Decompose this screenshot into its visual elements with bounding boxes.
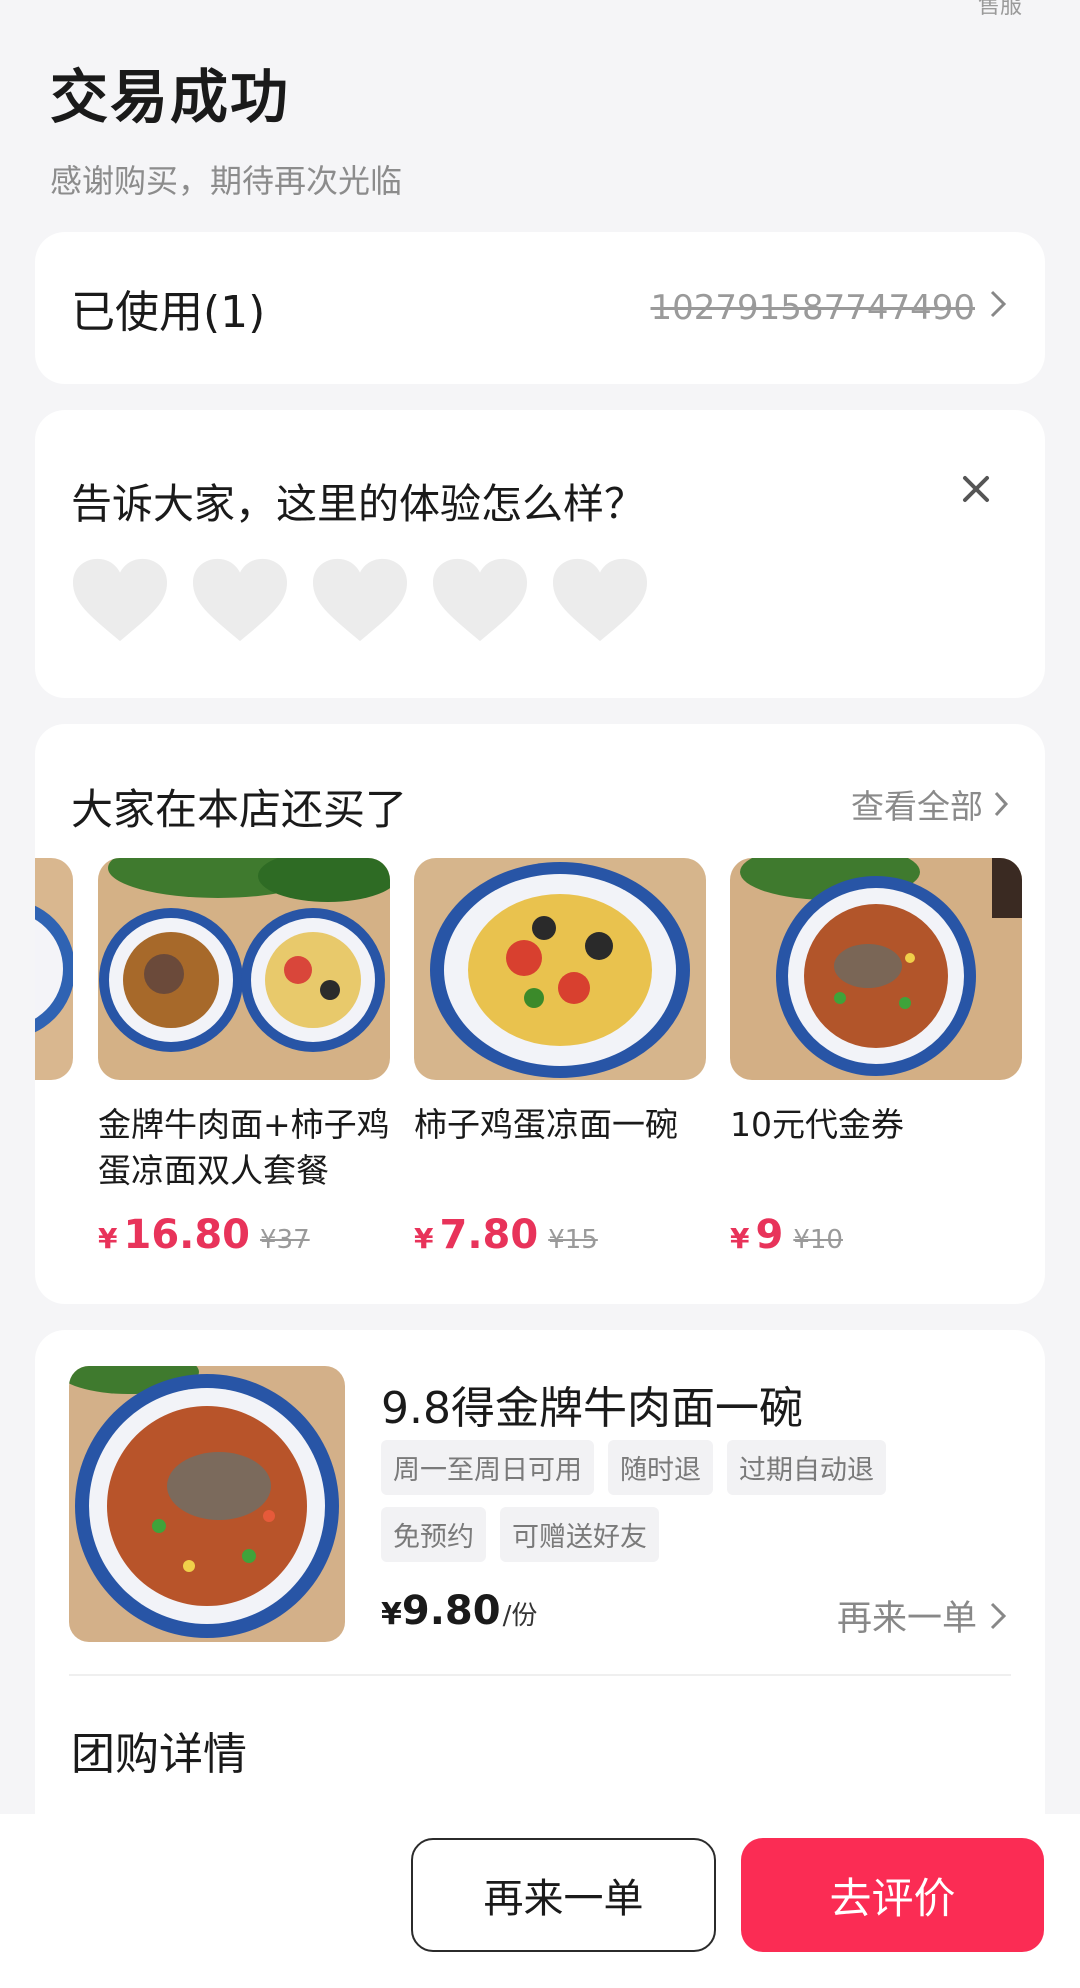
product-tags: 周一至周日可用 随时退 过期自动退 免预约 可赠送好友 [381, 1440, 941, 1562]
bottom-action-bar: 再来一单 去评价 [0, 1814, 1080, 1988]
recommend-item[interactable]: 10元代金券 ¥ 9 ¥10 [730, 858, 1022, 1258]
rating-card: 告诉大家，这里的体验怎么样？ [35, 410, 1045, 698]
partial-item-image[interactable] [35, 858, 73, 1080]
item-name: 金牌牛肉面+柿子鸡蛋凉面双人套餐 [98, 1105, 390, 1190]
original-price: ¥37 [260, 1225, 310, 1255]
product-title: 9.8得金牌牛肉面一碗 [381, 1383, 803, 1434]
rating-question: 告诉大家，这里的体验怎么样？ [71, 480, 645, 528]
product-image[interactable] [69, 1366, 345, 1642]
recommend-title: 大家在本店还买了 [71, 785, 408, 834]
heart-icon[interactable] [311, 556, 409, 646]
reorder-button[interactable]: 再来一单 [411, 1838, 716, 1952]
used-coupon-row[interactable]: 已使用(1) 102791587747490 [35, 232, 1045, 384]
heart-icon[interactable] [191, 556, 289, 646]
item-price: ¥ 16.80 ¥37 [98, 1212, 390, 1258]
item-price: ¥ 7.80 ¥15 [414, 1212, 706, 1258]
product-price: ¥ 9.80 /份 [381, 1588, 537, 1634]
price-unit: /份 [502, 1601, 538, 1631]
food-image [98, 858, 390, 1080]
price-value: 16.80 [123, 1212, 251, 1258]
reorder-link[interactable]: 再来一单 [837, 1590, 1007, 1641]
heart-icon[interactable] [551, 556, 649, 646]
price-value: 9 [755, 1212, 784, 1258]
view-all-link[interactable]: 查看全部 [851, 780, 1009, 828]
original-price: ¥15 [548, 1225, 598, 1255]
rating-hearts [71, 556, 649, 646]
item-name: 柿子鸡蛋凉面一碗 [414, 1105, 678, 1144]
product-tag: 过期自动退 [727, 1440, 886, 1495]
product-tag: 可赠送好友 [500, 1507, 659, 1562]
currency-symbol: ¥ [730, 1222, 750, 1255]
group-buy-details-title: 团购详情 [71, 1729, 247, 1780]
currency-symbol: ¥ [98, 1222, 118, 1255]
reorder-label: 再来一单 [836, 1599, 977, 1639]
close-icon[interactable] [961, 460, 991, 516]
currency-symbol: ¥ [381, 1597, 402, 1632]
top-corner-text: 售服 [977, 0, 1022, 19]
coupon-code: 102791587747490 [650, 288, 975, 328]
heart-icon[interactable] [431, 556, 529, 646]
recommend-card: 大家在本店还买了 查看全部 金牌牛肉面+柿子鸡蛋凉面双人套餐 ¥ 16.80 ¥… [35, 724, 1045, 1304]
recommend-list: 金牌牛肉面+柿子鸡蛋凉面双人套餐 ¥ 16.80 ¥37 柿子鸡蛋凉面一碗 ¥ … [98, 858, 1022, 1258]
product-tag: 免预约 [381, 1507, 486, 1562]
page-subtitle: 感谢购买，期待再次光临 [50, 162, 403, 200]
chevron-right-icon [989, 288, 1007, 328]
recommend-item[interactable]: 金牌牛肉面+柿子鸡蛋凉面双人套餐 ¥ 16.80 ¥37 [98, 858, 390, 1258]
page-title: 交易成功 [50, 63, 291, 131]
chevron-right-icon [994, 791, 1009, 817]
divider [69, 1674, 1011, 1676]
view-all-label: 查看全部 [851, 787, 983, 826]
used-label: 已使用(1) [71, 287, 266, 338]
currency-symbol: ¥ [414, 1222, 434, 1255]
original-price: ¥10 [793, 1225, 843, 1255]
food-image [730, 858, 1022, 1080]
chevron-right-icon [990, 1602, 1007, 1629]
page-header: 交易成功 感谢购买，期待再次光临 [50, 50, 402, 202]
heart-icon[interactable] [71, 556, 169, 646]
review-button[interactable]: 去评价 [741, 1838, 1044, 1952]
price-value: 7.80 [439, 1212, 539, 1258]
recommend-item[interactable]: 柿子鸡蛋凉面一碗 ¥ 7.80 ¥15 [414, 858, 706, 1258]
price-value: 9.80 [401, 1588, 501, 1634]
item-name: 10元代金券 [730, 1105, 904, 1144]
product-tag: 随时退 [608, 1440, 713, 1495]
food-image [414, 858, 706, 1080]
product-tag: 周一至周日可用 [381, 1440, 594, 1495]
item-price: ¥ 9 ¥10 [730, 1212, 1022, 1258]
used-code-group: 102791587747490 [651, 288, 1007, 328]
